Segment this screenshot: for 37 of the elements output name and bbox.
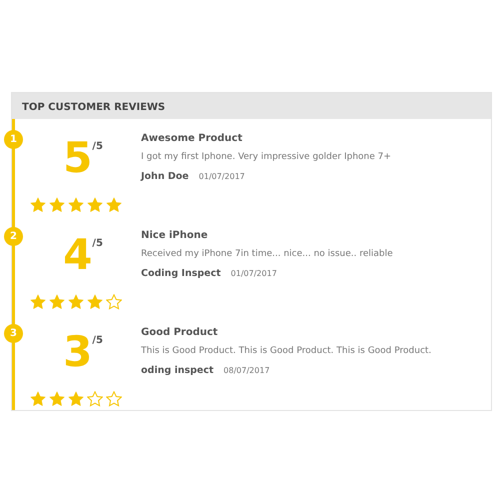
star-icon [49, 391, 65, 407]
rank-badge: 3 [4, 324, 23, 343]
rating-max: /5 [92, 237, 103, 251]
star-icon [30, 391, 46, 407]
rating-max: /5 [92, 140, 103, 154]
review-text: I got my first Iphone. Very impressive golder Iphone 7+ [141, 151, 392, 164]
review-title: Awesome Product [141, 132, 244, 146]
review-date: 01/07/2017 [198, 170, 245, 182]
star-icon [30, 294, 46, 310]
star-icon [87, 294, 103, 310]
review-text: Received my iPhone 7in time... nice... no issue.. reliable [141, 248, 393, 261]
review-date: 01/07/2017 [230, 268, 277, 280]
star-icon [68, 197, 84, 213]
rank-badge: 2 [4, 227, 23, 246]
empty-star-icon [87, 391, 103, 407]
star-icon [49, 294, 65, 310]
empty-star-icon [106, 294, 122, 310]
review-text: This is Good Product. This is Good Product. This is Good Product. [141, 345, 432, 358]
review-title: Nice iPhone [141, 229, 209, 243]
star-icon [87, 197, 103, 213]
rating-score: 3 [63, 331, 92, 373]
rating-max: /5 [92, 334, 103, 348]
star-icon [68, 294, 84, 310]
panel-title: TOP CUSTOMER REVIEWS [12, 93, 491, 119]
rank-badge: 1 [4, 130, 23, 149]
review-author: oding inspect [141, 364, 214, 378]
review-author: Coding Inspect [141, 266, 221, 280]
empty-star-icon [106, 391, 122, 407]
rating-score: 4 [63, 234, 92, 276]
star-icon [106, 197, 122, 213]
review-title: Good Product [141, 326, 219, 340]
star-icon [68, 391, 84, 407]
star-icon [30, 197, 46, 213]
star-icon [49, 197, 65, 213]
review-date: 08/07/2017 [224, 364, 270, 376]
review-author: John Doe [141, 170, 189, 184]
rating-score: 5 [63, 137, 92, 179]
